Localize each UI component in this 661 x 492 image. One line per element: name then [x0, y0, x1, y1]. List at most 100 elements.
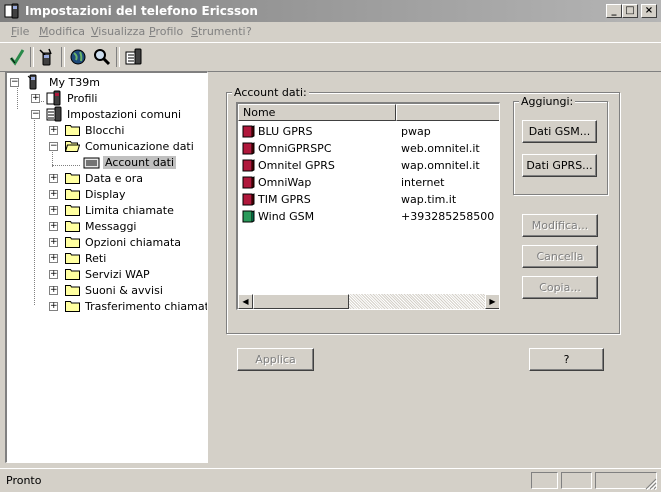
minimize-button[interactable]: _: [606, 4, 622, 18]
maximize-button[interactable]: □: [622, 4, 638, 18]
tree-node-suoni-avvisi[interactable]: + Suoni & avvisi: [9, 283, 199, 299]
folder-icon: [65, 269, 80, 280]
toolbar-separator: [30, 47, 34, 67]
add-gprs-button[interactable]: Dati GPRS...: [522, 154, 597, 177]
tree-label: Impostazioni comuni: [67, 108, 182, 121]
profiles-icon: [46, 90, 61, 106]
data-account-icon: [83, 157, 100, 169]
title-bar[interactable]: Impostazioni del telefono Ericsson _ □ ×: [0, 0, 661, 22]
account-name: BLU GPRS: [258, 125, 313, 138]
folder-icon: [65, 285, 80, 296]
list-item[interactable]: OmniWap internet: [238, 174, 499, 191]
expand-icon[interactable]: +: [49, 238, 58, 247]
collapse-icon[interactable]: −: [49, 142, 58, 151]
collapse-icon[interactable]: −: [31, 110, 40, 119]
expand-icon[interactable]: +: [49, 190, 58, 199]
expand-icon[interactable]: +: [49, 270, 58, 279]
scroll-left-icon[interactable]: ◀: [238, 294, 253, 309]
account-dati-group-title: Account dati:: [232, 86, 309, 99]
tree-node-data-e-ora[interactable]: + Data e ora: [9, 171, 199, 187]
column-header-value[interactable]: [396, 104, 499, 121]
data-account-icon: [242, 193, 255, 206]
menu-modifica[interactable]: Modifica: [39, 25, 85, 38]
applica-button[interactable]: Applica: [237, 348, 314, 371]
scroll-right-icon[interactable]: ▶: [485, 294, 499, 309]
tree-node-messaggi[interactable]: + Messaggi: [9, 219, 199, 235]
toolbar-separator: [61, 47, 65, 67]
aggiungi-group: [513, 101, 608, 195]
tree-node-impostazioni-comuni[interactable]: − Impostazioni comuni: [9, 106, 199, 123]
tree-node-comunicazione-dati[interactable]: − Comunicazione dati: [9, 139, 199, 155]
aggiungi-group-title: Aggiungi:: [519, 95, 576, 108]
phone-settings-icon[interactable]: [124, 47, 144, 67]
data-account-icon: [242, 142, 255, 155]
accounts-list[interactable]: Nome BLU GPRS pwap OmniGPRSPC web.omnite…: [236, 102, 500, 310]
magnifier-icon[interactable]: [92, 47, 112, 67]
expand-icon[interactable]: +: [31, 94, 40, 103]
close-button[interactable]: ×: [641, 4, 657, 18]
tree-node-root[interactable]: − My T39m: [9, 74, 199, 91]
app-window: Impostazioni del telefono Ericsson _ □ ×…: [0, 0, 661, 492]
tree-node-reti[interactable]: + Reti: [9, 251, 199, 267]
list-item[interactable]: BLU GPRS pwap: [238, 123, 499, 140]
scroll-thumb[interactable]: [253, 294, 349, 309]
menu-file[interactable]: File: [11, 25, 29, 38]
expand-icon[interactable]: +: [49, 206, 58, 215]
tree-label: Display: [85, 188, 126, 201]
folder-icon: [65, 301, 80, 312]
tree-node-profili[interactable]: + Profili: [9, 90, 199, 107]
cancella-button[interactable]: Cancella: [522, 245, 598, 268]
tree-label: Servizi WAP: [85, 268, 150, 281]
horizontal-scrollbar[interactable]: ◀ ▶: [238, 294, 499, 309]
tree-node-account-dati[interactable]: Account dati: [9, 155, 199, 171]
collapse-icon[interactable]: −: [10, 78, 19, 87]
list-item[interactable]: Wind GSM +393285258500: [238, 208, 499, 225]
status-text: Pronto: [6, 474, 42, 487]
menu-strumenti[interactable]: Strumenti: [191, 25, 246, 38]
modifica-button[interactable]: Modifica...: [522, 214, 598, 237]
list-item[interactable]: TIM GPRS wap.tim.it: [238, 191, 499, 208]
tree-node-servizi-wap[interactable]: + Servizi WAP: [9, 267, 199, 283]
window-title: Impostazioni del telefono Ericsson: [25, 4, 258, 18]
tree-node-opzioni-chiamata[interactable]: + Opzioni chiamata: [9, 235, 199, 251]
list-item[interactable]: Omnitel GPRS wap.omnitel.it: [238, 157, 499, 174]
expand-icon[interactable]: +: [49, 222, 58, 231]
toolbar: [0, 42, 661, 72]
expand-icon[interactable]: +: [49, 126, 58, 135]
tree-label: Blocchi: [85, 124, 125, 137]
phone-settings-icon: [46, 106, 62, 122]
add-gsm-button[interactable]: Dati GSM...: [522, 120, 597, 143]
account-name: OmniWap: [258, 176, 312, 189]
phone-connect-icon[interactable]: [37, 47, 57, 67]
tree-label: Limita chiamate: [85, 204, 174, 217]
account-value: internet: [401, 176, 445, 189]
menu-visualizza[interactable]: Visualizza: [91, 25, 145, 38]
copia-button[interactable]: Copia...: [522, 276, 598, 299]
column-header-name[interactable]: Nome: [238, 104, 396, 121]
expand-icon[interactable]: +: [49, 286, 58, 295]
tree-node-display[interactable]: + Display: [9, 187, 199, 203]
account-value: pwap: [401, 125, 431, 138]
phone-icon: [27, 74, 37, 90]
menu-help[interactable]: ?: [246, 25, 252, 38]
data-account-icon: [242, 159, 255, 172]
account-name: OmniGPRSPC: [258, 142, 332, 155]
toolbar-separator: [116, 47, 120, 67]
tree-node-limita-chiamate[interactable]: + Limita chiamate: [9, 203, 199, 219]
scroll-track[interactable]: [349, 294, 485, 309]
tree-node-trasferimento-chiamate[interactable]: + Trasferimento chiamate: [9, 299, 207, 315]
tree-label: Comunicazione dati: [85, 140, 194, 153]
phone-settings-icon: [4, 3, 19, 19]
globe-icon[interactable]: [68, 47, 88, 67]
expand-icon[interactable]: +: [49, 302, 58, 311]
checkmark-icon[interactable]: [7, 47, 27, 67]
resize-grip-icon[interactable]: [645, 478, 657, 490]
menu-profilo[interactable]: Profilo: [149, 25, 183, 38]
expand-icon[interactable]: +: [49, 174, 58, 183]
expand-icon[interactable]: +: [49, 254, 58, 263]
settings-tree[interactable]: − My T39m + Profili − Impostazioni comun…: [5, 71, 208, 463]
help-button[interactable]: ?: [529, 348, 604, 371]
tree-node-blocchi[interactable]: + Blocchi: [9, 123, 199, 139]
list-item[interactable]: OmniGPRSPC web.omnitel.it: [238, 140, 499, 157]
account-name: Omnitel GPRS: [258, 159, 335, 172]
